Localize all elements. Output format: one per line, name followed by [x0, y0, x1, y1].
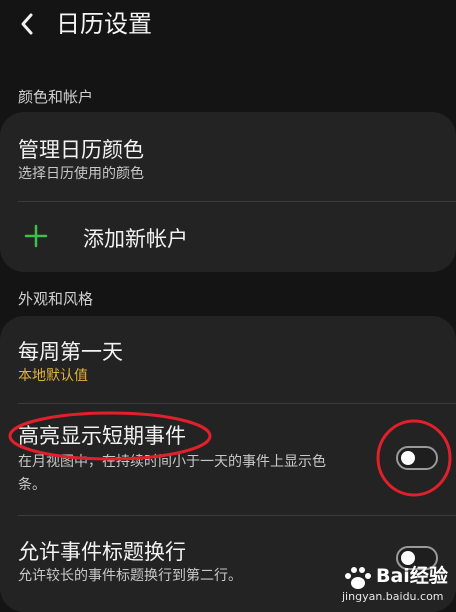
header-bar: 日历设置 [0, 0, 456, 50]
first-day-item[interactable]: 每周第一天 本地默认值 [0, 316, 456, 402]
page-title: 日历设置 [56, 10, 152, 38]
watermark-brand: Bai经验 [376, 564, 448, 588]
highlight-short-events-title: 高亮显示短期事件 [18, 424, 186, 448]
add-account-item[interactable] [0, 202, 456, 272]
paw-logo-icon [345, 567, 371, 589]
first-day-value: 本地默认值 [18, 368, 88, 384]
highlight-short-events-subtitle-2: 条。 [18, 477, 46, 493]
manage-colors-title: 管理日历颜色 [18, 138, 144, 162]
highlight-short-events-toggle[interactable] [396, 446, 438, 470]
toggle-knob [401, 551, 415, 565]
wrap-titles-subtitle: 允许较长的事件标题换行到第二行。 [18, 568, 242, 584]
section-label-colors-accounts: 颜色和帐户 [18, 88, 94, 106]
plus-icon [24, 224, 48, 248]
wrap-titles-title: 允许事件标题换行 [18, 540, 186, 564]
back-arrow-icon[interactable] [14, 10, 42, 38]
watermark-url: jingyan.baidu.com [342, 590, 444, 603]
add-account-label: 添加新帐户 [83, 227, 188, 251]
manage-colors-subtitle: 选择日历使用的颜色 [18, 166, 144, 182]
manage-colors-item[interactable]: 管理日历颜色 选择日历使用的颜色 [0, 112, 456, 200]
highlight-short-events-item[interactable]: 高亮显示短期事件 在月视图中，在持续时间小于一天的事件上显示色 条。 [0, 404, 456, 514]
first-day-title: 每周第一天 [18, 340, 123, 364]
toggle-knob [401, 451, 415, 465]
watermark-brand-b: 经验 [409, 565, 448, 587]
watermark-brand-a: Bai [376, 565, 410, 587]
section-label-appearance: 外观和风格 [18, 290, 94, 308]
highlight-short-events-subtitle-1: 在月视图中，在持续时间小于一天的事件上显示色 [18, 454, 326, 470]
baidu-watermark: Bai经验 jingyan.baidu.com [338, 564, 454, 608]
